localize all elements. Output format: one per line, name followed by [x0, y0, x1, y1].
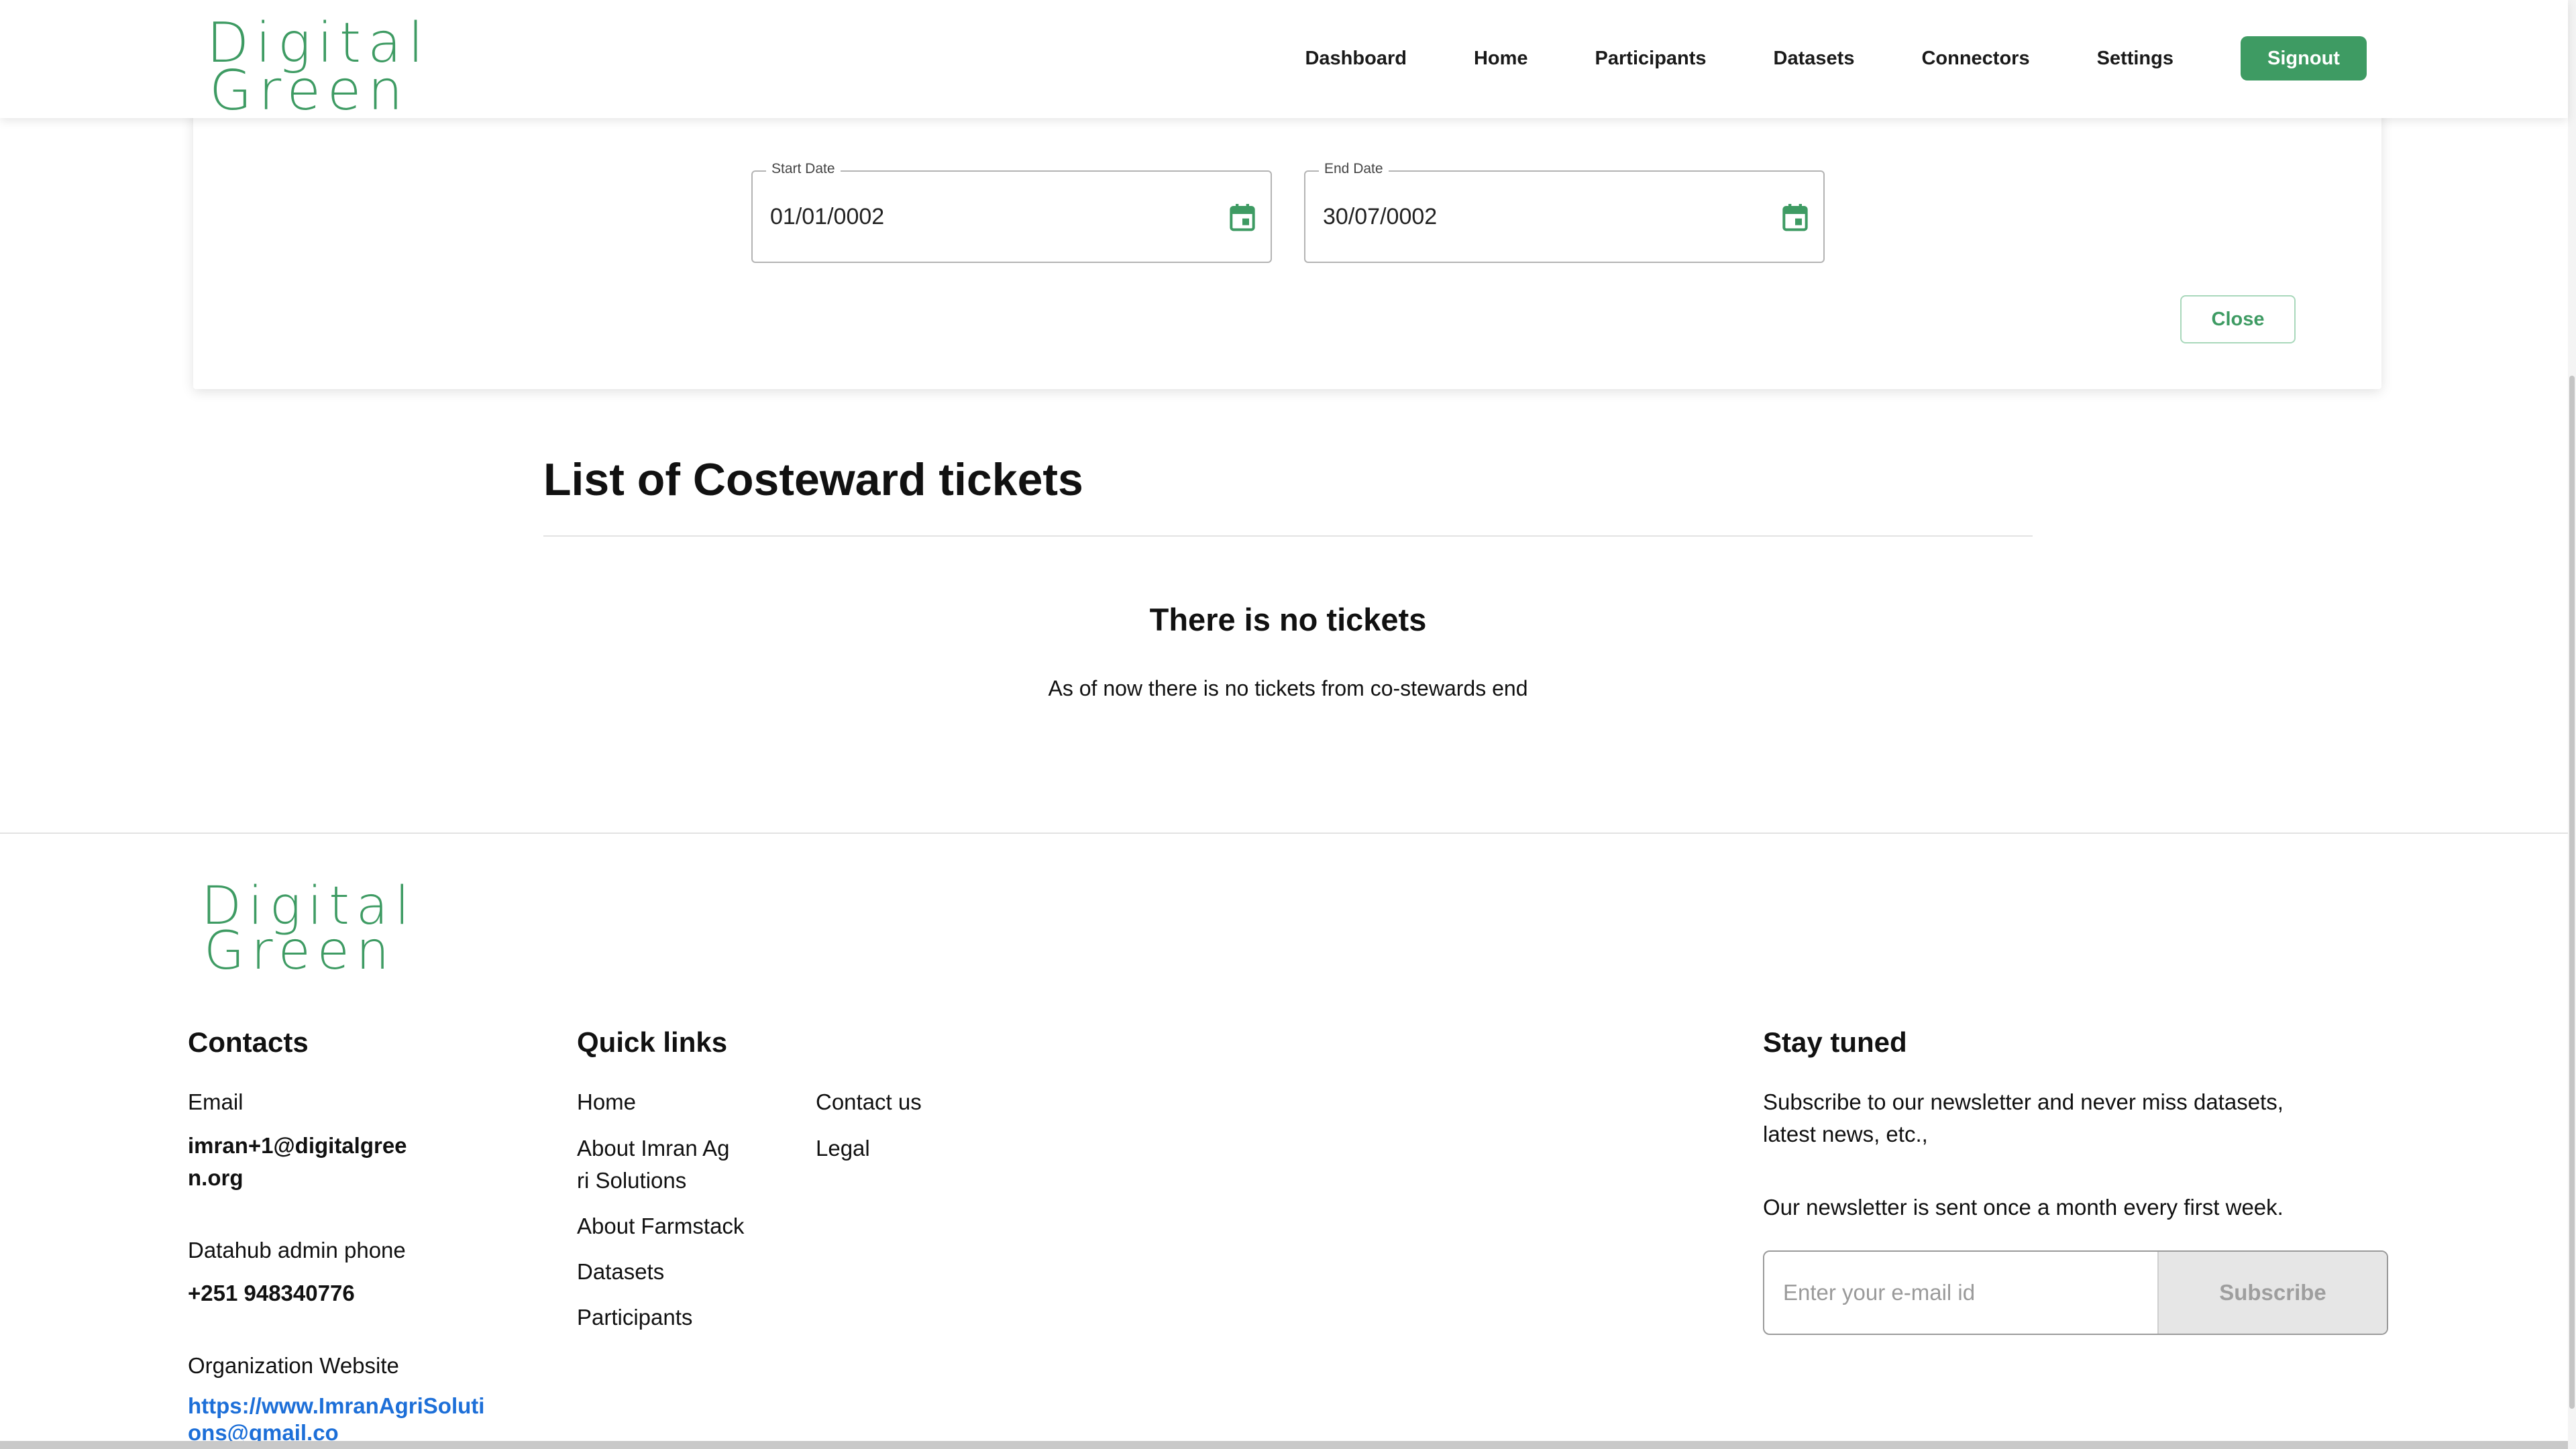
- email-value-line-2: n.org: [188, 1165, 244, 1190]
- close-button[interactable]: Close: [2180, 295, 2296, 343]
- footer-logo-line-2: Green: [204, 921, 396, 982]
- phone-label: Datahub admin phone: [188, 1238, 406, 1263]
- newsletter-frequency-text: Our newsletter is sent once a month ever…: [1763, 1195, 2284, 1220]
- nav-link-home[interactable]: Home: [1474, 48, 1528, 70]
- logo-line-2: Green: [209, 58, 410, 123]
- calendar-icon[interactable]: [1229, 203, 1256, 232]
- contacts-heading: Contacts: [188, 1026, 309, 1058]
- nav-menu: Dashboard Home Participants Datasets Con…: [1305, 36, 2367, 80]
- footer-divider: [0, 833, 2568, 834]
- horizontal-scrollbar[interactable]: [0, 1441, 2568, 1449]
- footer-logo[interactable]: Digital Green: [201, 880, 416, 982]
- nav-link-dashboard[interactable]: Dashboard: [1305, 48, 1406, 70]
- empty-state-text: As of now there is no tickets from co-st…: [1048, 676, 1528, 700]
- page-title: List of Costeward tickets: [543, 454, 1083, 505]
- newsletter-text-line-2: latest news, etc.,: [1763, 1122, 1928, 1146]
- nav-link-connectors[interactable]: Connectors: [1921, 48, 2029, 70]
- top-navbar: Digital Green Dashboard Home Participant…: [0, 0, 2568, 118]
- end-date-label: End Date: [1319, 161, 1389, 177]
- quick-link-legal[interactable]: Legal: [816, 1132, 870, 1165]
- quick-link-home[interactable]: Home: [577, 1086, 636, 1118]
- vertical-scrollbar[interactable]: [2568, 0, 2576, 1449]
- nav-link-datasets[interactable]: Datasets: [1774, 48, 1855, 70]
- end-date-value[interactable]: 30/07/0002: [1323, 204, 1437, 230]
- quick-link-about-farmstack[interactable]: About Farmstack: [577, 1210, 744, 1242]
- email-label: Email: [188, 1089, 244, 1114]
- calendar-icon[interactable]: [1782, 203, 1809, 232]
- start-date-label: Start Date: [766, 161, 841, 177]
- quick-link-participants[interactable]: Participants: [577, 1301, 692, 1334]
- logo[interactable]: Digital Green: [207, 16, 430, 123]
- email-value-line-1: imran+1@digitalgree: [188, 1133, 407, 1158]
- subscribe-button[interactable]: Subscribe: [2157, 1252, 2387, 1334]
- end-date-field[interactable]: End Date 30/07/0002: [1304, 161, 1825, 263]
- phone-value: +251 948340776: [188, 1281, 355, 1305]
- website-label: Organization Website: [188, 1353, 399, 1378]
- quick-link-datasets[interactable]: Datasets: [577, 1256, 664, 1288]
- quick-link-contact-us[interactable]: Contact us: [816, 1086, 922, 1118]
- vertical-scrollbar-thumb[interactable]: [2569, 376, 2575, 1409]
- newsletter-form: Subscribe: [1763, 1250, 2388, 1335]
- title-divider: [543, 535, 2033, 537]
- newsletter-text-line-1: Subscribe to our newsletter and never mi…: [1763, 1089, 2284, 1114]
- start-date-value[interactable]: 01/01/0002: [770, 204, 884, 230]
- quick-link-about-line-2[interactable]: ri Solutions: [577, 1165, 686, 1197]
- empty-state-heading: There is no tickets: [1149, 602, 1427, 637]
- signout-button[interactable]: Signout: [2241, 36, 2367, 80]
- quick-link-about-line-1[interactable]: About Imran Ag: [577, 1132, 729, 1165]
- nav-link-settings[interactable]: Settings: [2097, 48, 2174, 70]
- nav-link-participants[interactable]: Participants: [1595, 48, 1707, 70]
- start-date-field[interactable]: Start Date 01/01/0002: [751, 161, 1272, 263]
- quick-links-heading: Quick links: [577, 1026, 728, 1058]
- date-filter-card: Start Date 01/01/0002 End Date 30/07/000…: [193, 101, 2381, 389]
- newsletter-email-input[interactable]: [1764, 1252, 2157, 1334]
- stay-tuned-heading: Stay tuned: [1763, 1026, 1907, 1058]
